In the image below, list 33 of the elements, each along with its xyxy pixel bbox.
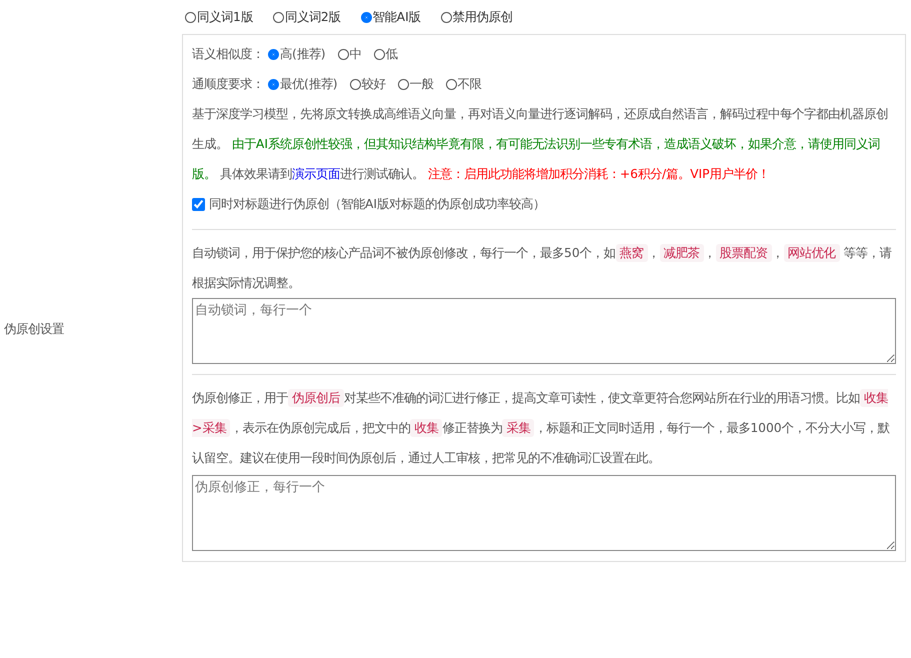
radio-label[interactable]: 同义词1版 [197, 8, 253, 26]
radio-button[interactable] [272, 12, 284, 22]
radio-button[interactable] [350, 78, 361, 90]
radio-label[interactable]: 较好 [362, 76, 386, 92]
radio-label[interactable]: 高(推荐) [280, 46, 326, 62]
checkbox-label[interactable]: 同时对标题进行伪原创（智能AI版对标题的伪原创成功率较高） [209, 196, 546, 212]
field-label: 通顺度要求： [192, 76, 264, 92]
lock-words-input[interactable]: 自动锁词，每行一个 [192, 298, 896, 364]
field-label: 语义相似度： [192, 46, 264, 62]
demo-link[interactable]: 演示页面 [292, 167, 340, 181]
radio-button[interactable] [268, 48, 279, 60]
radio-label[interactable]: 一般 [410, 76, 434, 92]
radio-button[interactable] [374, 48, 385, 60]
radio-button[interactable] [268, 78, 279, 90]
radio-label[interactable]: 低 [386, 46, 398, 62]
radio-label[interactable]: 不限 [458, 76, 482, 92]
correction-description: 伪原创修正，用于 伪原创后 对某些不准确的词汇进行修正，提高文章可读性，使文章更符合您网站所在行业的用语习惯。比如 收集>采集 ，表示在伪原创完成后，把文中的 收集 修正替换为 采集 ，标题和正文同时适用，每行一个，最多1000个，不分大小写，默认留空。建议在使用一段时间伪原创后，通过人工审核，把常见的不准确词汇设置在此。 [192, 388, 891, 467]
radio-button[interactable] [440, 12, 452, 22]
radio-label[interactable]: 最优(推荐) [280, 76, 338, 92]
radio-button[interactable] [398, 78, 409, 90]
radio-label[interactable]: 智能AI版 [372, 8, 421, 26]
radio-button[interactable] [185, 12, 196, 22]
lock-words-description: 自动锁词，用于保护您的核心产品词不被伪原创修改，每行一个，最多50个，如 燕窝 ， 减肥茶 ， 股票配资 ， 网站优化 等等，请根据实际情况调整。 [192, 243, 893, 292]
radio-label[interactable]: 中 [350, 46, 362, 62]
radio-button[interactable] [360, 12, 372, 22]
checkbox[interactable] [192, 198, 205, 210]
correction-input[interactable]: 伪原创修正，每行一个 [192, 475, 896, 551]
description-text: 基于深度学习模型，先将原文转换成高维语义向量，再对语义向量进行逐词解码，还原成自然语言，解码过程中每个字都由机器原创生成。 由于AI系统原创性较强，但其知识结构毕竟有限，有可能无法识别一些专有术语，造成语义破坏，如果介意，请使用同义词版。 具体效果请到演示页面进行测试确认。 注意：启用此功能将增加积分消耗：+6积分/篇。VIP用户半价！ [192, 106, 889, 183]
settings-label: 伪原创设置 [4, 320, 64, 338]
radio-label[interactable]: 禁用伪原创 [452, 8, 513, 26]
radio-button[interactable] [446, 78, 457, 90]
radio-button[interactable] [338, 48, 349, 60]
radio-label[interactable]: 同义词2版 [284, 8, 341, 26]
